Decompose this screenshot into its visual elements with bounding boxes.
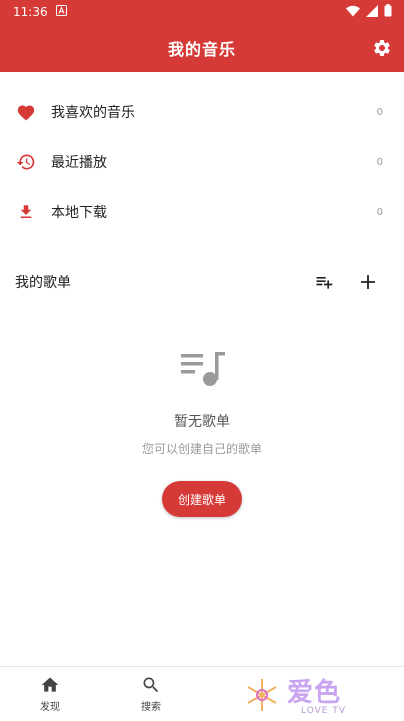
history-icon [15, 151, 37, 173]
gear-icon [374, 39, 390, 56]
snowflake-icon [247, 679, 277, 711]
watermark-logo: 爱色 LOVE TV [243, 672, 373, 718]
playlist-add-button[interactable] [312, 270, 336, 294]
nav-search-label: 搜索 [141, 702, 161, 713]
playlists-header: 我的歌单 [0, 262, 404, 302]
status-bar: 11:36 [0, 0, 404, 24]
empty-playlist-icon [179, 350, 227, 388]
recent-label: 最近播放 [51, 155, 107, 171]
watermark-subtext: LOVE TV [301, 706, 346, 716]
downloads-label: 本地下载 [51, 205, 107, 221]
heart-icon [15, 101, 37, 123]
favorites-row[interactable]: 我喜欢的音乐 0 [0, 87, 404, 137]
recent-count: 0 [376, 156, 383, 168]
app-bar: 我的音乐 [0, 24, 404, 72]
nav-discover[interactable]: 发现 [10, 667, 90, 721]
empty-title: 暂无歌单 [174, 414, 230, 430]
empty-subtitle: 您可以创建自己的歌单 [141, 442, 262, 456]
search-icon [143, 677, 159, 693]
downloads-row[interactable]: 本地下载 0 [0, 187, 404, 237]
add-playlist-button[interactable] [356, 270, 380, 294]
playlists-title: 我的歌单 [15, 275, 71, 291]
settings-button[interactable] [370, 36, 394, 60]
home-icon [41, 677, 59, 692]
battery-icon [384, 4, 392, 20]
watermark-text: 爱色 [287, 678, 342, 708]
favorites-label: 我喜欢的音乐 [51, 105, 135, 121]
nav-search[interactable]: 搜索 [111, 667, 191, 721]
plus-icon [361, 275, 375, 289]
status-time: 11:36 [13, 5, 48, 19]
favorites-count: 0 [376, 106, 383, 118]
wifi-icon [346, 5, 360, 20]
download-icon [15, 201, 37, 223]
page-title: 我的音乐 [167, 40, 236, 59]
downloads-count: 0 [376, 206, 383, 218]
recent-row[interactable]: 最近播放 0 [0, 137, 404, 187]
playlist-add-icon [316, 277, 333, 289]
notification-icon [55, 5, 67, 19]
signal-icon [366, 4, 378, 20]
nav-discover-label: 发现 [40, 702, 60, 713]
create-playlist-button[interactable]: 创建歌单 [162, 481, 242, 517]
